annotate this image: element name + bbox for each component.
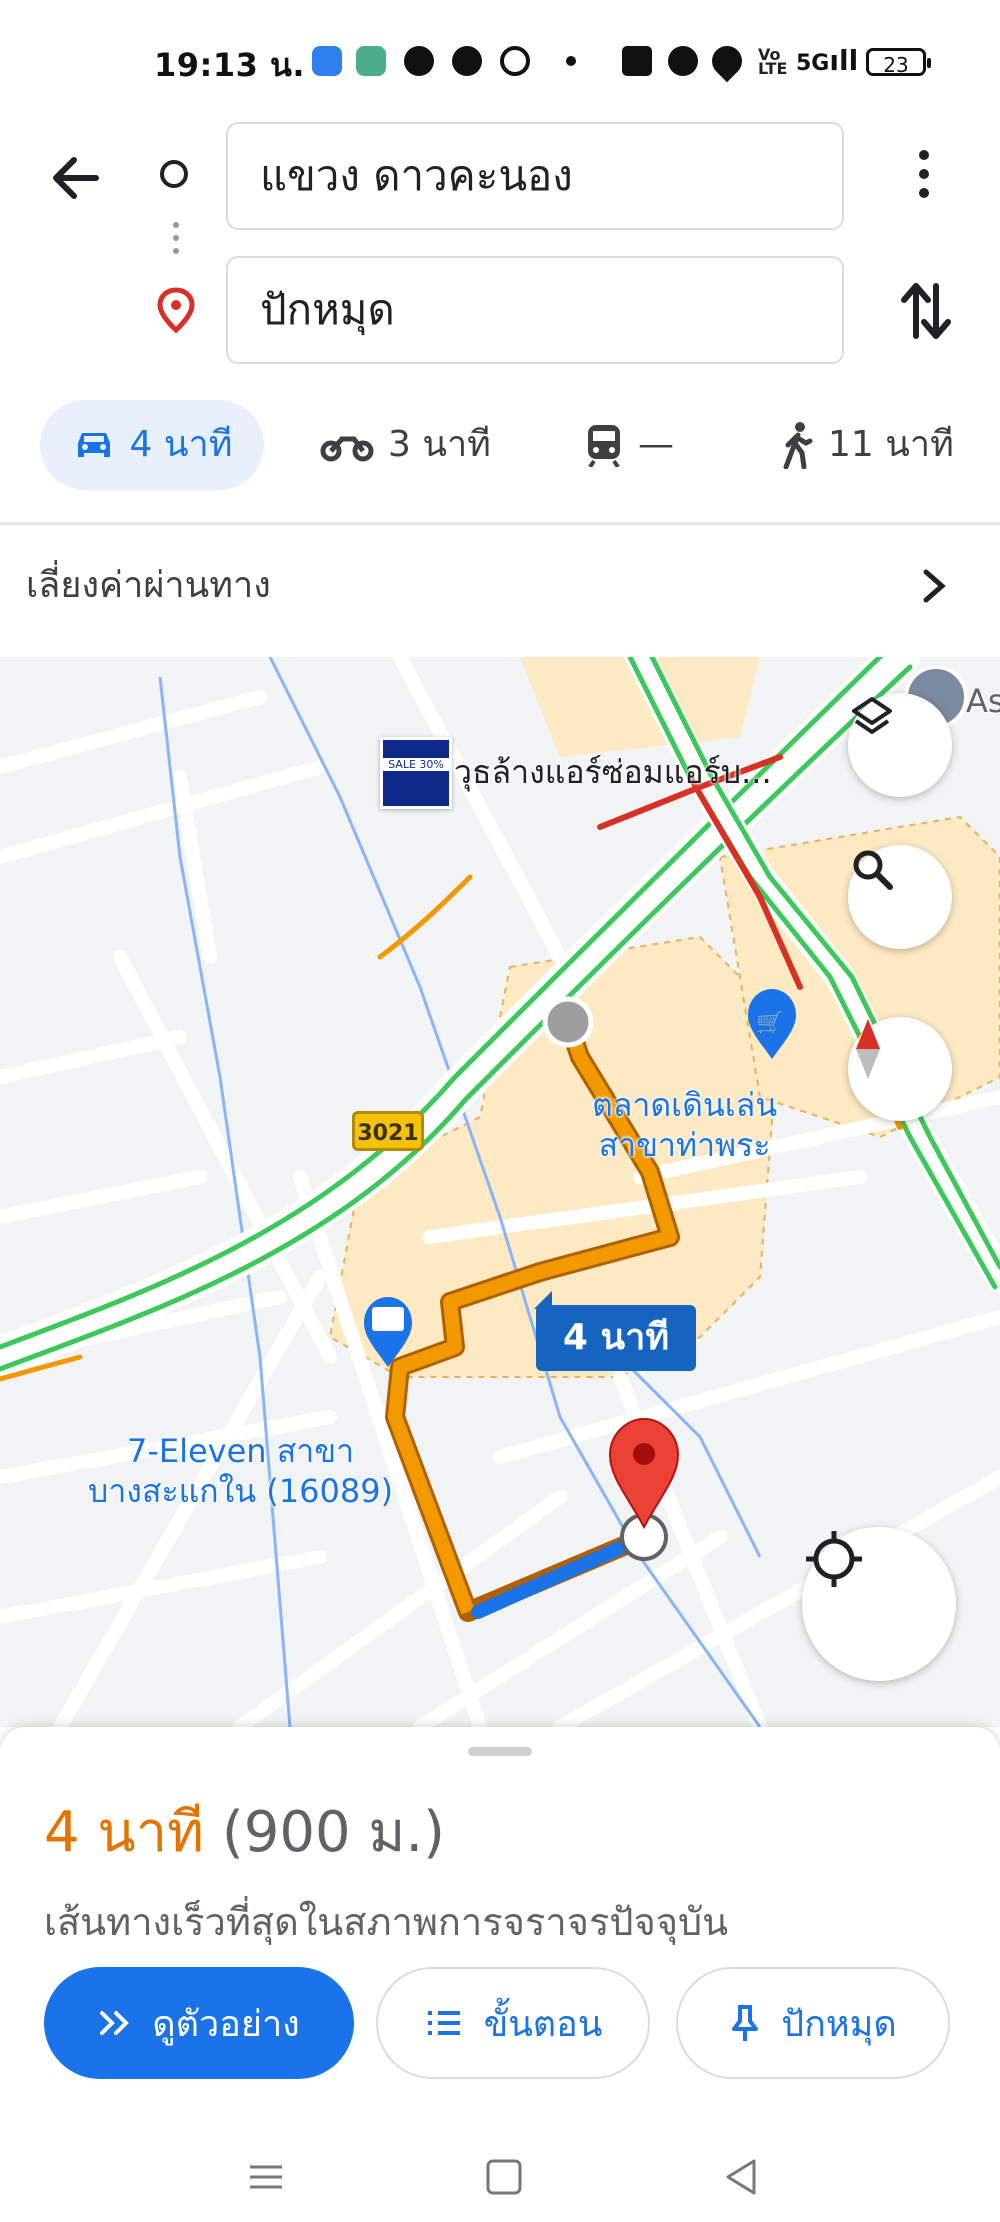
car-icon xyxy=(77,433,110,457)
mode-label-transit: — xyxy=(638,424,674,465)
map-label-aircon-shop[interactable]: วุธล้างแอร์ซ่อมแอร์บ... xyxy=(454,747,772,798)
avoid-tolls-option[interactable]: เลี่ยงค่าผ่านทาง xyxy=(26,556,271,613)
sync-icon xyxy=(500,46,530,76)
steps-label: ขั้นตอน xyxy=(483,2003,603,2045)
pinterest-icon xyxy=(404,46,434,76)
nfc-icon xyxy=(622,46,652,76)
layers-button[interactable] xyxy=(848,693,952,797)
mode-label-car: 4 นาที xyxy=(129,424,233,465)
compass-button[interactable] xyxy=(848,1017,952,1121)
app-notification-icon xyxy=(312,46,342,76)
double-chevron-icon xyxy=(100,2011,130,2035)
search-along-route-button[interactable] xyxy=(848,845,952,949)
eta-distance: (900 ม.) xyxy=(221,1800,445,1865)
volte-icon: Vo LTE xyxy=(758,45,788,78)
alarm-icon xyxy=(668,46,698,76)
list-icon xyxy=(427,2011,460,2035)
mode-tab-walk[interactable]: 11 นาที xyxy=(780,400,954,490)
search-icon xyxy=(853,850,893,890)
swap-route-icon[interactable] xyxy=(896,276,956,346)
divider xyxy=(0,522,1000,525)
layers-icon xyxy=(852,697,892,734)
chevron-right-icon[interactable] xyxy=(918,566,950,606)
map-label-7-eleven[interactable]: 7-Eleven สาขา บางสะแกใน (16089) xyxy=(88,1431,393,1511)
eta-summary: 4 นาที (900 ม.) xyxy=(44,1787,445,1876)
battery-icon: 23 xyxy=(866,48,931,77)
pin-label: ปักหมุด xyxy=(781,2003,897,2045)
more-options-icon[interactable] xyxy=(906,150,942,210)
map-label-corner: As xyxy=(966,682,1000,720)
home-icon[interactable] xyxy=(474,2147,534,2207)
eta-time: 4 นาที xyxy=(44,1800,205,1865)
walk-icon xyxy=(783,422,813,469)
destination-pin-icon xyxy=(156,286,196,336)
map-view[interactable]: SALE 30% วุธล้างแอร์ซ่อมแอร์บ... 🛒 ตลาดเ… xyxy=(0,657,1000,1727)
mode-label-walk: 11 นาที xyxy=(828,424,954,465)
route-summary-sheet: 4 นาที (900 ม.) เส้นทางเร็วที่สุดในสภาพก… xyxy=(0,1727,1000,2222)
status-bar: 19:13 น. Vo LTE 5Gıll 23 xyxy=(0,0,1000,110)
back-arrow-icon[interactable] xyxy=(46,148,106,208)
mode-tab-motorcycle[interactable]: 3 นาที xyxy=(320,400,491,490)
route-dots-icon xyxy=(173,222,179,268)
steps-button[interactable]: ขั้นตอน xyxy=(376,1967,650,2079)
store-icon xyxy=(372,1307,404,1331)
more-notifications-dot-icon xyxy=(566,56,576,66)
preview-label: ดูตัวอย่าง xyxy=(152,2003,300,2045)
drag-handle[interactable] xyxy=(468,1747,532,1756)
recent-apps-icon[interactable] xyxy=(236,2147,296,2207)
shopping-cart-icon: 🛒 xyxy=(756,1011,784,1036)
crosshair-icon xyxy=(806,1531,862,1587)
pin-button[interactable]: ปักหมุด xyxy=(676,1967,950,2079)
train-icon xyxy=(588,425,620,467)
compass-icon xyxy=(856,1019,880,1079)
destination-field[interactable]: ปักหมุด xyxy=(226,256,844,364)
road-number-shield: 3021 xyxy=(352,1111,424,1151)
route-time-badge[interactable]: 4 นาที xyxy=(536,1305,696,1371)
map-label-market[interactable]: ตลาดเดินเล่น สาขาท่าพระ xyxy=(592,1085,777,1165)
app-notification-icon xyxy=(452,46,482,76)
origin-field[interactable]: แขวง ดาวคะนอง xyxy=(226,122,844,230)
status-time: 19:13 น. xyxy=(154,46,306,84)
mode-tab-car[interactable]: 4 นาที xyxy=(40,400,264,490)
mode-tab-transit[interactable]: — xyxy=(584,400,674,490)
preview-button[interactable]: ดูตัวอย่าง xyxy=(44,1967,354,2079)
signal-icon: 5Gıll xyxy=(796,44,859,77)
calculator-notification-icon xyxy=(356,46,386,76)
pushpin-icon xyxy=(732,2005,759,2041)
location-icon xyxy=(705,39,749,83)
motorcycle-icon xyxy=(320,436,374,462)
poi-thumbnail[interactable]: SALE 30% xyxy=(380,737,452,809)
origin-circle-icon xyxy=(160,160,188,188)
my-location-button[interactable] xyxy=(802,1527,956,1681)
back-triangle-icon[interactable] xyxy=(712,2147,772,2207)
route-description: เส้นทางเร็วที่สุดในสภาพการจราจรปัจจุบัน xyxy=(44,1900,729,1944)
mode-label-motorcycle: 3 นาที xyxy=(388,424,491,465)
